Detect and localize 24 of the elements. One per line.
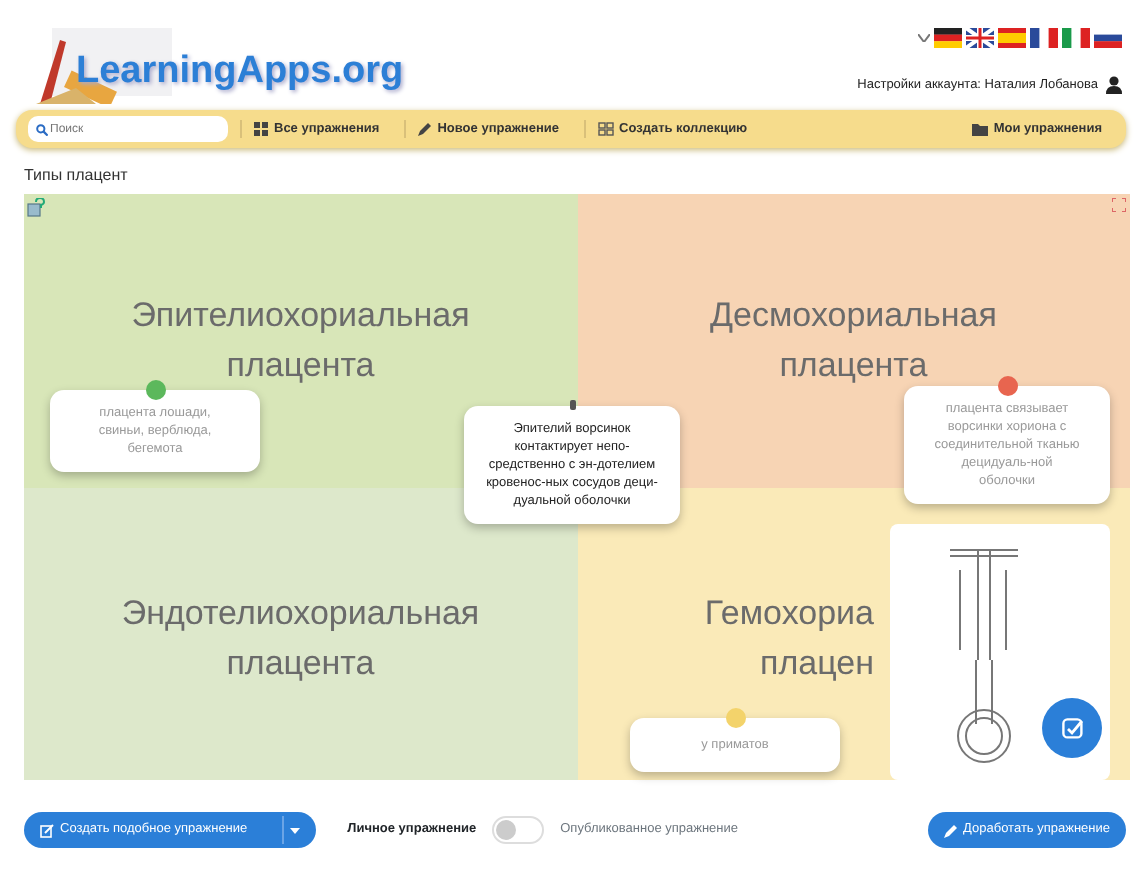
caret-icon xyxy=(289,827,300,833)
folder-icon xyxy=(971,123,988,135)
edit-icon xyxy=(40,823,54,837)
collection-icon xyxy=(597,122,614,136)
check-button[interactable] xyxy=(1042,698,1102,758)
grid-icon xyxy=(254,122,268,136)
pencil-icon xyxy=(943,823,958,837)
flag-icon[interactable] xyxy=(966,28,994,48)
category-title: Эндотелиохориальная плацента xyxy=(121,591,480,685)
check-icon xyxy=(1061,717,1083,739)
logo-text[interactable]: LearningApps.org xyxy=(76,44,404,101)
category-title: Гемохориа плацен xyxy=(704,591,874,685)
category-title: Эпителиохориальная плацента xyxy=(131,294,470,388)
flag-icon[interactable] xyxy=(934,28,962,48)
user-icon[interactable] xyxy=(1106,76,1122,95)
flag-icon[interactable] xyxy=(1030,28,1058,48)
pin-icon xyxy=(569,400,575,410)
category-title: Десмохориальная плацента xyxy=(710,294,997,388)
flag-icon[interactable] xyxy=(1062,28,1090,48)
pencil-icon xyxy=(417,122,432,136)
exercise-title: Типы плацент xyxy=(24,164,130,188)
dropdown-caret-icon[interactable] xyxy=(918,34,930,42)
publish-toggle[interactable] xyxy=(492,816,545,844)
help-icon[interactable] xyxy=(26,198,46,218)
